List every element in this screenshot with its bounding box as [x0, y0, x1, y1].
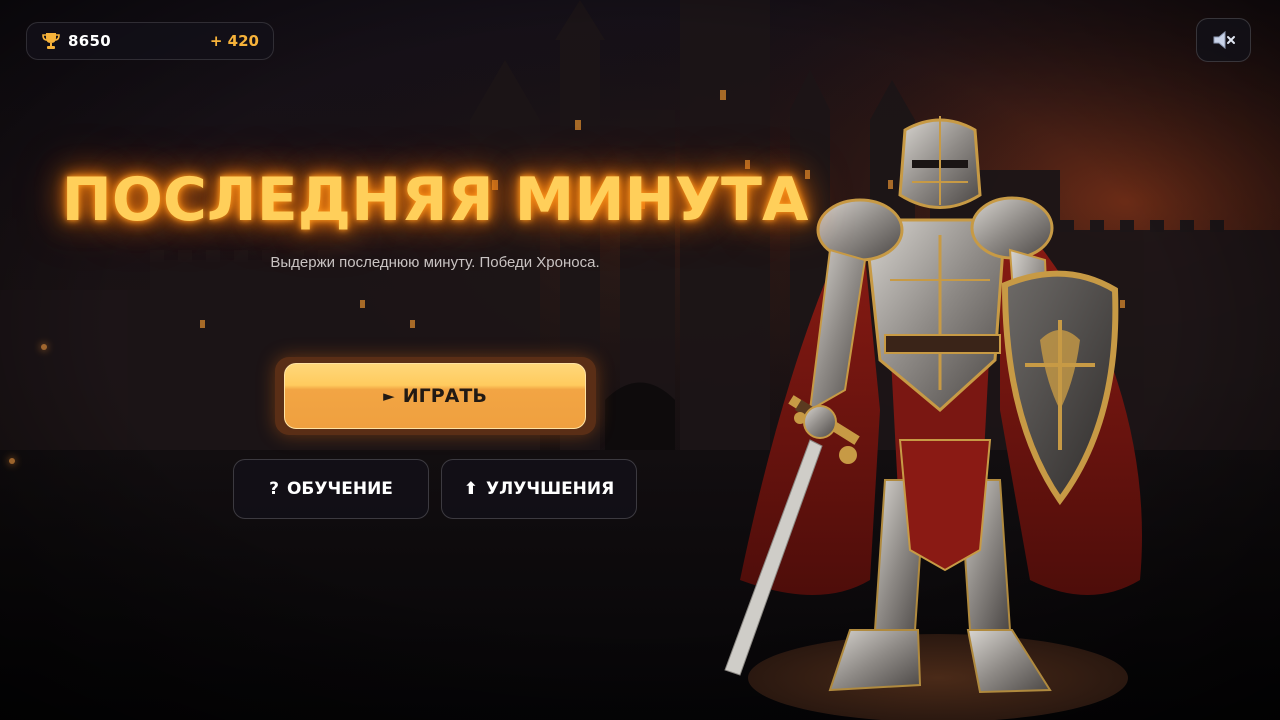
- score-value: 8650: [68, 32, 111, 50]
- arrow-up-icon: ⬆: [463, 479, 478, 499]
- game-title: ПОСЛЕДНЯЯ МИНУТА: [61, 165, 809, 235]
- speaker-muted-icon: [1213, 30, 1235, 50]
- main-menu-screen: 8650 + 420 ПОСЛЕДНЯЯ МИНУТА Выдержи посл…: [0, 0, 1280, 720]
- play-label: ИГРАТЬ: [402, 385, 487, 407]
- ember-particle: [9, 458, 15, 464]
- score-bonus: + 420: [209, 32, 259, 50]
- ember-particle: [41, 344, 47, 350]
- upgrades-label: УЛУЧШЕНИЯ: [486, 479, 615, 499]
- score-panel: 8650 + 420: [26, 22, 274, 60]
- upgrades-button[interactable]: ⬆ УЛУЧШЕНИЯ: [441, 459, 637, 519]
- play-button[interactable]: ► ИГРАТЬ: [284, 363, 586, 429]
- trophy-icon: [42, 33, 60, 49]
- question-icon: ?: [269, 479, 279, 499]
- play-icon: ►: [383, 387, 395, 405]
- tutorial-label: ОБУЧЕНИЕ: [286, 479, 393, 499]
- tutorial-button[interactable]: ? ОБУЧЕНИЕ: [233, 459, 429, 519]
- sound-toggle-button[interactable]: [1196, 18, 1251, 62]
- game-subtitle: Выдержи последнюю минуту. Победи Хроноса…: [270, 254, 600, 271]
